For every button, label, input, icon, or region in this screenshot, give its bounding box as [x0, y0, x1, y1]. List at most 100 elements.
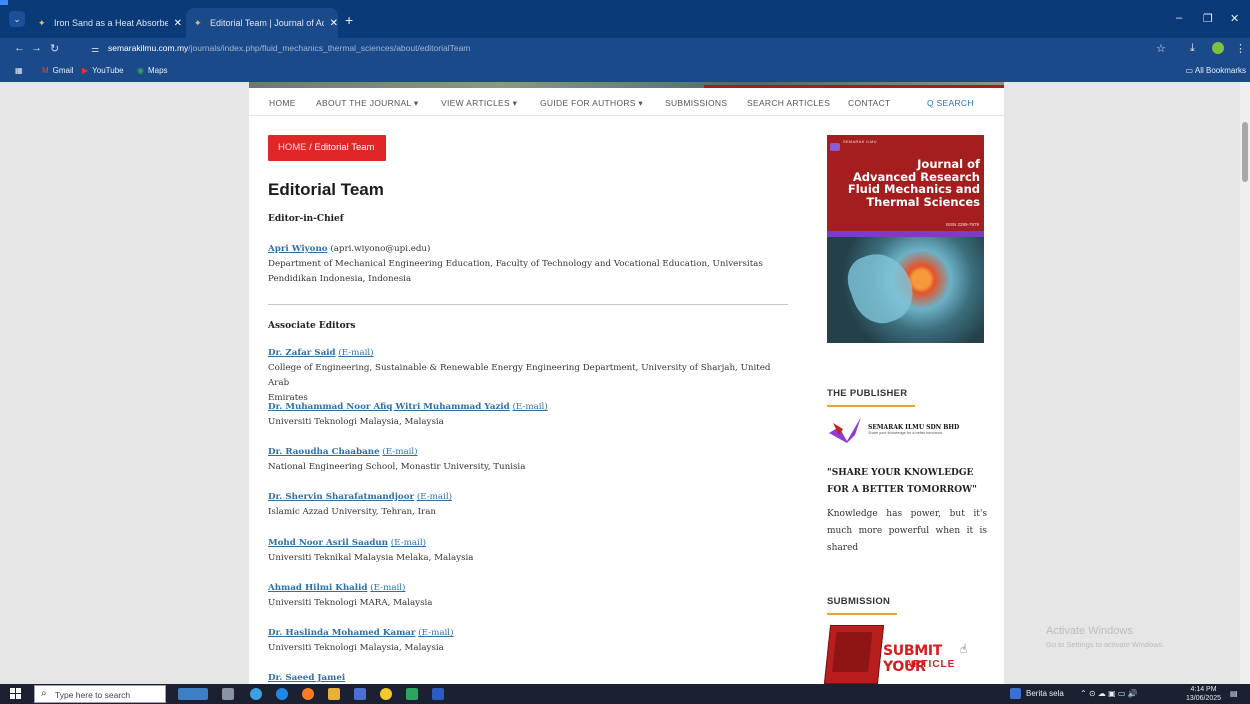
menu-dots-icon[interactable]: ⋮ — [1235, 42, 1246, 55]
editor-entry: Mohd Noor Asril Saadun (E-mail) Universi… — [268, 536, 793, 566]
breadcrumb-home[interactable]: HOME — [278, 142, 307, 153]
site-settings-icon[interactable]: ⚌ — [88, 42, 102, 56]
bookmark-gmail[interactable]: M Gmail — [42, 66, 74, 75]
new-tab-button[interactable]: + — [345, 12, 353, 28]
nav-guide-for-authors[interactable]: GUIDE FOR AUTHORS ▾ — [540, 98, 643, 109]
task-view-icon[interactable] — [222, 688, 234, 700]
back-icon[interactable]: ← — [14, 42, 25, 54]
nav-search[interactable]: Q SEARCH — [927, 98, 974, 108]
url-path: /journals/index.php/fluid_mechanics_ther… — [188, 43, 471, 53]
editor-entry: Dr. Zafar Said (E-mail) College of Engin… — [268, 346, 793, 406]
browser-icon[interactable] — [276, 688, 288, 700]
editor-name-link[interactable]: Ahmad Hilmi Khalid — [268, 583, 367, 593]
reload-icon[interactable]: ↻ — [50, 42, 59, 55]
word-icon[interactable] — [432, 688, 444, 700]
editor-in-chief-entry: Apri Wiyono (apri.wiyono@upi.edu) Depart… — [268, 242, 793, 287]
tab-title: Iron Sand as a Heat Absorber to — [54, 18, 168, 28]
editor-affiliation: National Engineering School, Monastir Un… — [268, 462, 526, 472]
chrome-icon[interactable] — [380, 688, 392, 700]
email-link[interactable]: (E-mail) — [391, 538, 426, 548]
breadcrumb: HOME / Editorial Team — [268, 135, 386, 161]
editor-affiliation: Islamic Azzad University, Tehran, Iran — [268, 507, 436, 517]
forward-icon[interactable]: → — [31, 42, 42, 54]
tab-close-icon[interactable]: ✕ — [330, 18, 338, 29]
bookmark-youtube[interactable]: ▶ YouTube — [82, 66, 124, 75]
watermark-subtitle: Go to Settings to activate Windows. — [1046, 640, 1165, 649]
journal-cover-image[interactable]: SEMARAK ILMU Journal of Advanced Researc… — [827, 135, 984, 343]
editor-name-link[interactable]: Dr. Raoudha Chaabane — [268, 447, 380, 457]
submit-label: ARTICLE — [905, 659, 956, 670]
submit-article-button[interactable]: SUBMIT YOUR ARTICLE ☝ — [823, 625, 987, 684]
bookmark-star-icon[interactable]: ☆ — [1156, 42, 1166, 55]
nav-about[interactable]: ABOUT THE JOURNAL ▾ — [316, 98, 418, 109]
tab-iron-sand[interactable]: ✦ Iron Sand as a Heat Absorber to ✕ — [30, 8, 182, 38]
email-link[interactable]: (E-mail) — [338, 348, 373, 358]
editor-name-link[interactable]: Dr. Haslinda Mohamed Kamar — [268, 628, 416, 638]
editor-name-link[interactable]: Mohd Noor Asril Saadun — [268, 538, 388, 548]
download-icon[interactable]: ⤓ — [1190, 42, 1195, 55]
all-bookmarks-label: All Bookmarks — [1194, 66, 1246, 75]
editor-entry: Dr. Muhammad Noor Afiq Witri Muhammad Ya… — [268, 400, 793, 430]
taskbar-clock[interactable]: 4:14 PM 13/06/2025 — [1186, 685, 1221, 703]
main-navigation: HOME ABOUT THE JOURNAL ▾ VIEW ARTICLES ▾… — [249, 88, 1004, 116]
browser-window: ⌄ ✦ Iron Sand as a Heat Absorber to ✕ ✦ … — [0, 0, 1250, 684]
nav-search-articles[interactable]: SEARCH ARTICLES — [747, 98, 830, 108]
editor-affiliation: Universiti Teknologi Malaysia, Malaysia — [268, 417, 444, 427]
url-host: semarakilmu.com.my — [108, 43, 189, 53]
editor-name-link[interactable]: Dr. Saeed Jamei — [268, 673, 345, 683]
nav-home[interactable]: HOME — [269, 98, 296, 108]
search-placeholder: Type here to search — [55, 690, 131, 700]
editor-affiliation: College of Engineering, Sustainable & Re… — [268, 363, 771, 388]
bookmark-maps[interactable]: ◉ Maps — [137, 66, 168, 75]
profile-avatar[interactable] — [1212, 42, 1224, 54]
system-tray-icons[interactable]: ⌃ ⊙ ☁ ▣ ▭ 🔊 — [1080, 689, 1138, 698]
publisher-heading: THE PUBLISHER — [827, 388, 908, 399]
pointer-hand-icon: ☝ — [960, 642, 968, 656]
windows-start-icon[interactable] — [10, 688, 22, 700]
minimize-button[interactable]: – — [1176, 12, 1182, 24]
email-link[interactable]: (E-mail) — [417, 492, 452, 502]
editor-name-link[interactable]: Dr. Muhammad Noor Afiq Witri Muhammad Ya… — [268, 402, 510, 412]
chrome-active-icon[interactable] — [406, 688, 418, 700]
publisher-logo-icon — [829, 417, 861, 443]
email-link[interactable]: (E-mail) — [513, 402, 548, 412]
nav-submissions[interactable]: SUBMISSIONS — [665, 98, 727, 108]
heading-underline — [827, 405, 915, 407]
journal-favicon-icon: ✦ — [38, 18, 46, 28]
news-ticker[interactable]: Berita sela — [1026, 689, 1064, 698]
section-divider — [268, 304, 788, 305]
news-widget-icon[interactable] — [178, 688, 208, 700]
firefox-icon[interactable] — [302, 688, 314, 700]
nav-contact[interactable]: CONTACT — [848, 98, 891, 108]
tab-editorial-team[interactable]: ✦ Editorial Team | Journal of Adv... ✕ — [186, 8, 338, 38]
store-icon[interactable] — [354, 688, 366, 700]
editor-email: (apri.wiyono@upi.edu) — [330, 244, 431, 254]
notification-icon[interactable]: ▤ — [1230, 689, 1238, 698]
address-bar: ← → ↻ ⚌ semarakilmu.com.my/journals/inde… — [0, 38, 1250, 60]
all-bookmarks-button[interactable]: ▭ All Bookmarks — [1186, 66, 1246, 75]
nav-view-articles[interactable]: VIEW ARTICLES ▾ — [441, 98, 517, 109]
apps-grid-icon[interactable]: ▦ — [15, 66, 23, 75]
tab-title: Editorial Team | Journal of Adv... — [210, 18, 324, 28]
tab-search-icon[interactable]: ⌄ — [9, 11, 25, 27]
email-link[interactable]: (E-mail) — [382, 447, 417, 457]
cover-publisher: SEMARAK ILMU — [843, 139, 877, 144]
restore-button[interactable]: ❐ — [1203, 12, 1213, 25]
editor-name-link[interactable]: Dr. Zafar Said — [268, 348, 336, 358]
journal-page: HOME ABOUT THE JOURNAL ▾ VIEW ARTICLES ▾… — [249, 82, 1004, 684]
file-explorer-icon[interactable] — [328, 688, 340, 700]
editor-name-link[interactable]: Dr. Shervin Sharafatmandjoor — [268, 492, 414, 502]
url-input[interactable]: ⚌ semarakilmu.com.my/journals/index.php/… — [86, 40, 1176, 58]
editor-name-link[interactable]: Apri Wiyono — [268, 244, 328, 254]
email-link[interactable]: (E-mail) — [370, 583, 405, 593]
email-link[interactable]: (E-mail) — [418, 628, 453, 638]
scrollbar-thumb[interactable] — [1242, 122, 1248, 182]
taskbar-search-input[interactable]: ⌕ Type here to search — [34, 685, 166, 703]
associate-editors-heading: Associate Editors — [268, 321, 356, 331]
cover-title-line: Journal of — [917, 157, 980, 171]
close-window-button[interactable]: ✕ — [1230, 12, 1239, 25]
tab-close-icon[interactable]: ✕ — [174, 18, 182, 29]
publisher-name: SEMARAK ILMU SDN BHD — [868, 424, 960, 431]
edge-icon[interactable] — [250, 688, 262, 700]
scrollbar[interactable] — [1240, 82, 1250, 684]
